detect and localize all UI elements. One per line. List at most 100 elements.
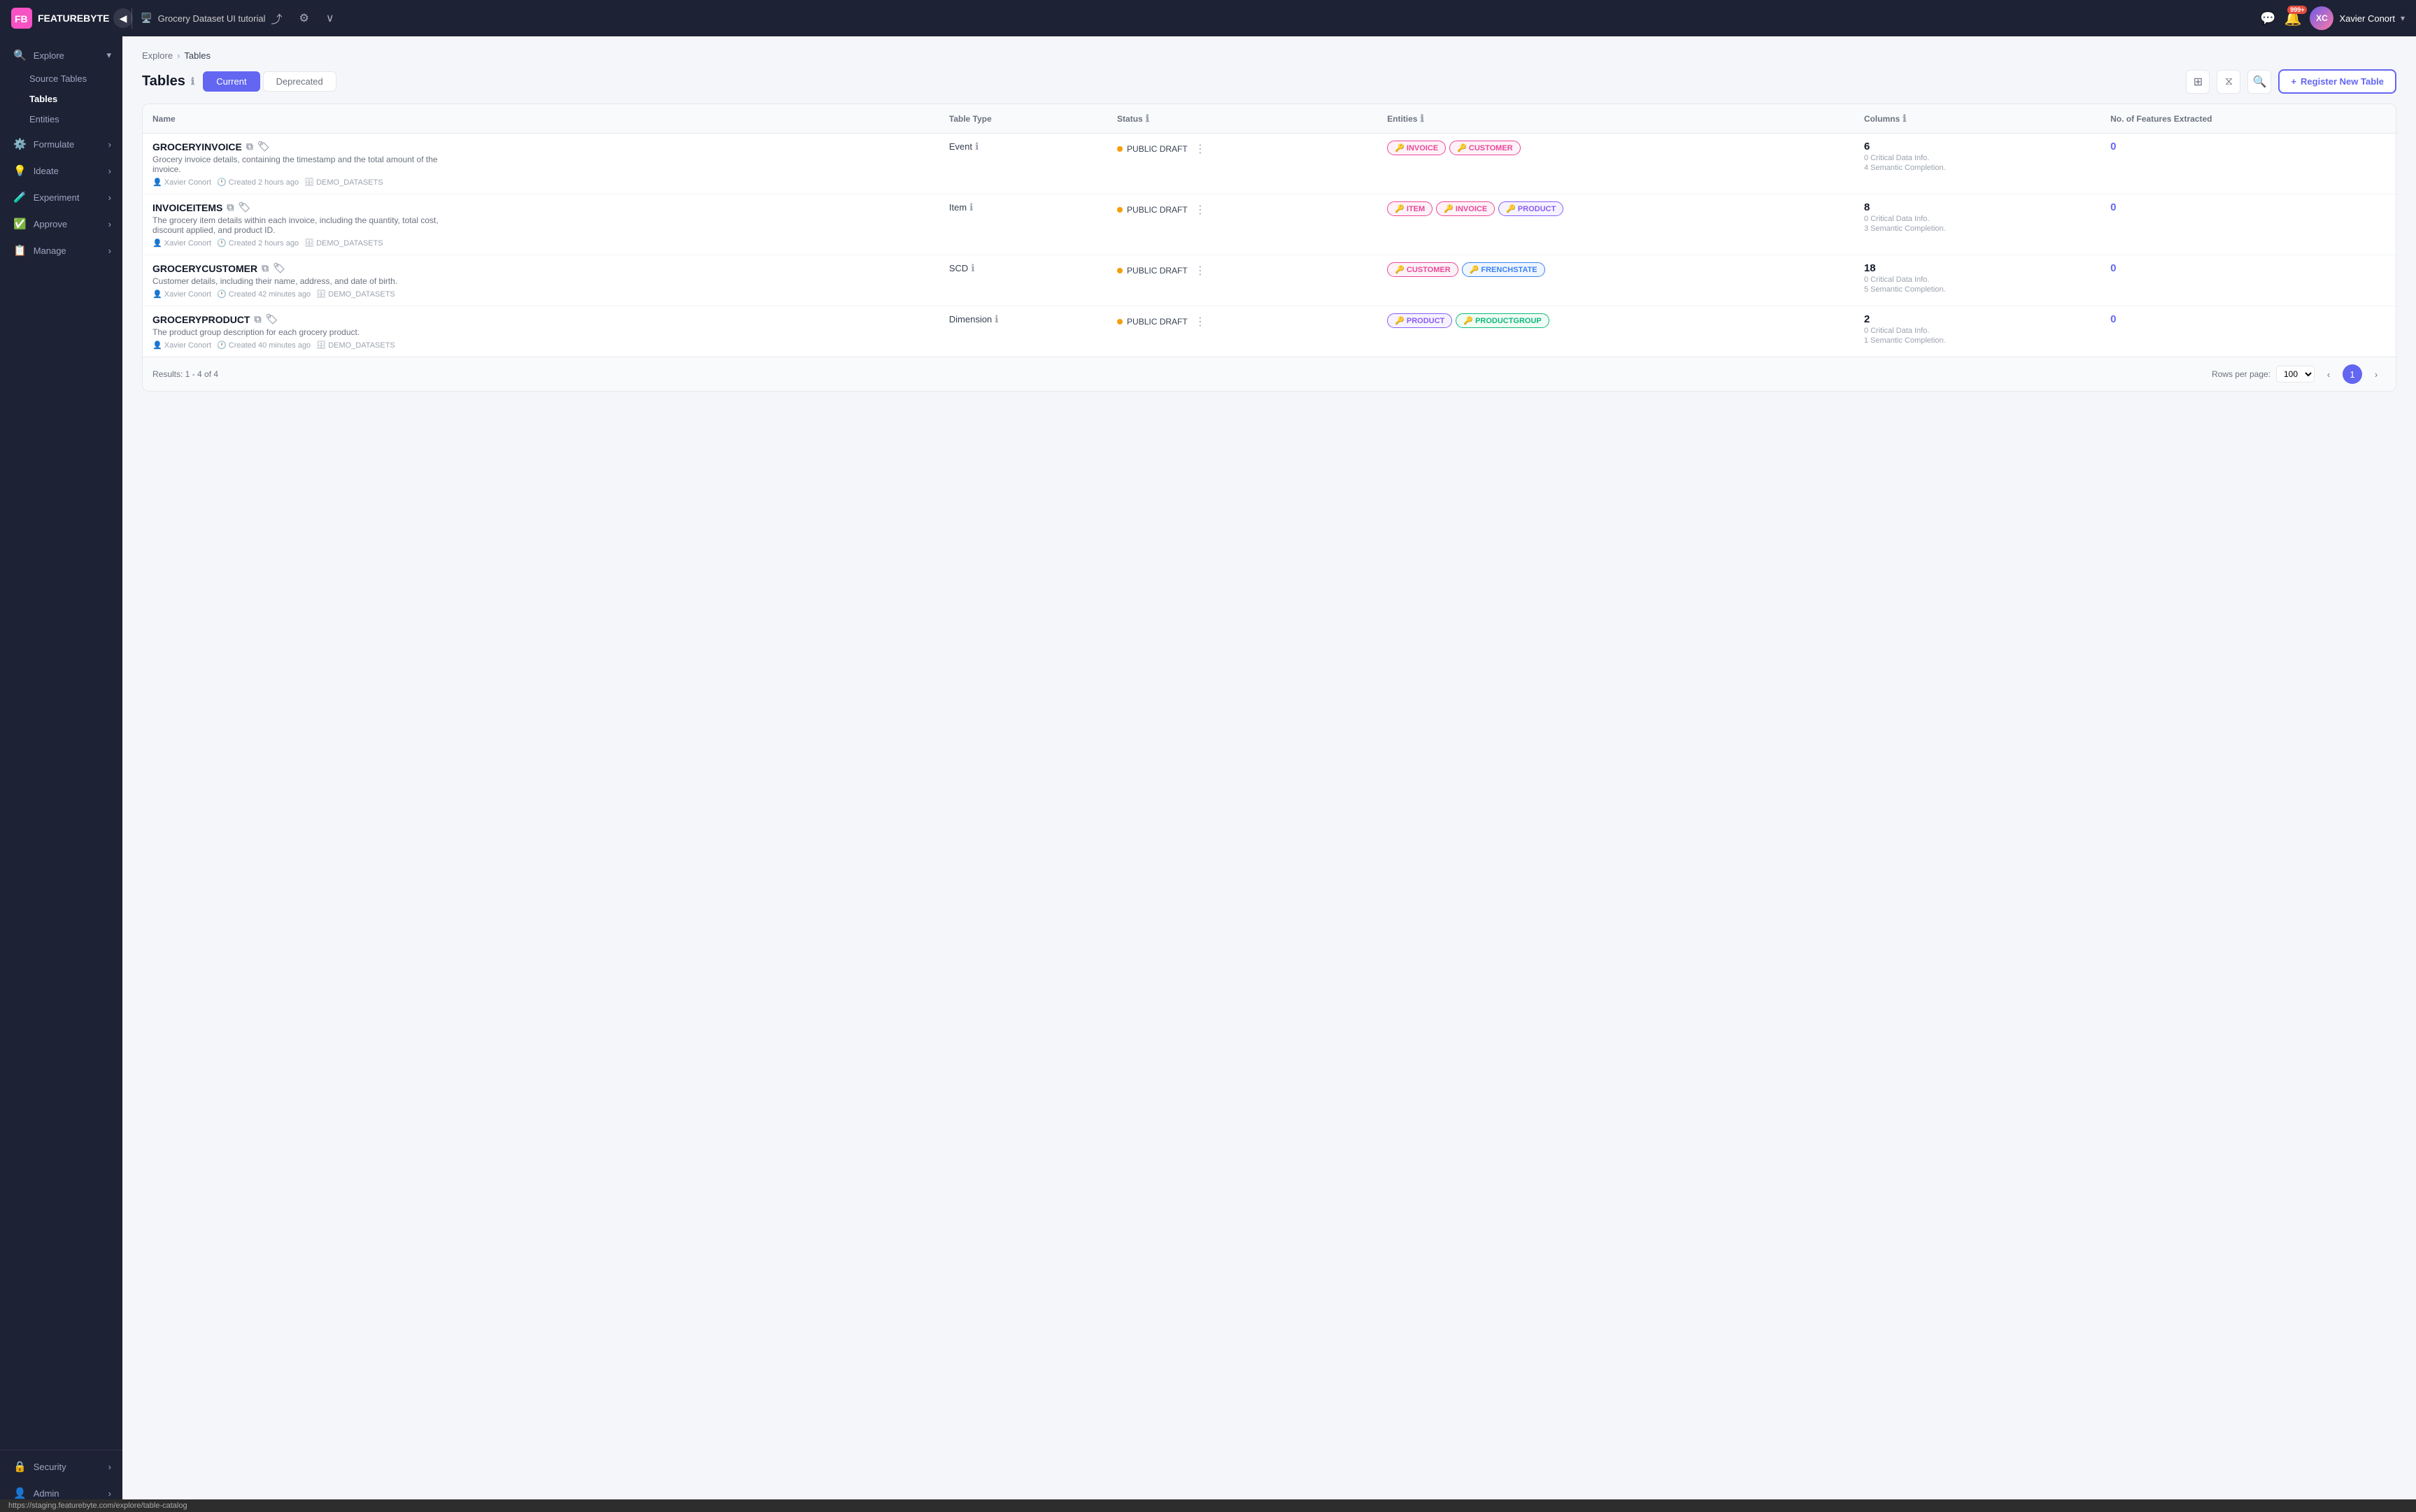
feature-count[interactable]: 0 [2110,262,2116,274]
formulate-label: Formulate [34,139,75,150]
database-meta: 🗄 DEMO_DATASETS [304,178,383,187]
tag-icon[interactable]: 🏷 [238,201,250,213]
more-button[interactable]: ∨ [320,8,340,28]
tag-icon[interactable]: 🏷 [257,141,270,152]
table-meta: 👤 Xavier Conort 🕐 Created 40 minutes ago… [152,341,930,350]
sidebar-item-source-tables[interactable]: Source Tables [0,69,122,89]
table-type-cell: Event ℹ [939,134,1107,194]
status-bar: https://staging.featurebyte.com/explore/… [0,1499,2416,1512]
sidebar-item-formulate[interactable]: ⚙️ Formulate › [0,131,122,157]
chat-button[interactable]: 💬 [2260,11,2275,26]
copy-icon[interactable]: ⧉ [255,313,262,325]
entity-tag[interactable]: 🔑 FRENCHSTATE [1462,262,1545,277]
columns-count: 6 [1864,141,2091,152]
feature-count[interactable]: 0 [2110,201,2116,213]
columns-help-icon: ℹ [1903,113,1906,124]
status-badge: PUBLIC DRAFT ⋮ [1117,141,1367,157]
register-table-button[interactable]: + Register New Table [2278,69,2396,94]
type-help-icon: ℹ [995,313,998,325]
created-meta: 🕐 Created 40 minutes ago [217,341,311,350]
approve-icon: ✅ [13,217,27,230]
top-bar-right: 💬 🔔 999+ XC Xavier Conort ▾ [2260,6,2405,30]
status-more-button[interactable]: ⋮ [1192,201,1209,218]
created-meta: 🕐 Created 2 hours ago [217,238,299,248]
prev-page-button[interactable]: ‹ [2319,364,2338,384]
share-button[interactable]: ⤴ [266,7,288,29]
entity-tag[interactable]: 🔑 ITEM [1387,201,1433,216]
status-badge: PUBLIC DRAFT ⋮ [1117,201,1367,218]
table-name[interactable]: GROCERYINVOICE ⧉ 🏷 [152,141,930,152]
sidebar-bottom: 🔒 Security › 👤 Admin › [0,1450,122,1506]
sidebar-item-entities[interactable]: Entities [0,109,122,129]
admin-label: Admin [34,1488,59,1499]
entity-tag[interactable]: 🔑 INVOICE [1436,201,1495,216]
status-more-button[interactable]: ⋮ [1192,313,1209,330]
feature-count[interactable]: 0 [2110,313,2116,325]
entity-tag[interactable]: 🔑 PRODUCTGROUP [1456,313,1549,328]
tables-table: Name Table Type [143,104,2396,357]
tab-current[interactable]: Current [203,71,260,92]
table-meta: 👤 Xavier Conort 🕐 Created 2 hours ago 🗄 … [152,238,930,248]
sidebar-sub-explore: Source Tables Tables Entities [0,69,122,129]
entity-tag[interactable]: 🔑 CUSTOMER [1387,262,1458,277]
entities-cell: 🔑 INVOICE🔑 CUSTOMER [1377,134,1854,194]
settings-button[interactable]: ⚙ [294,8,315,28]
copy-icon[interactable]: ⧉ [262,262,269,274]
sidebar-item-tables[interactable]: Tables [0,89,122,109]
type-badge: Event ℹ [949,141,1097,152]
pagination: Rows per page: 100 50 25 ‹ 1 › [2212,364,2386,384]
filter-button[interactable]: ⧖ [2217,70,2240,94]
table-name[interactable]: GROCERYPRODUCT ⧉ 🏷 [152,313,930,325]
explore-icon: 🔍 [13,49,27,62]
sidebar-item-security[interactable]: 🔒 Security › [0,1453,122,1480]
breadcrumb-explore-link[interactable]: Explore [142,50,173,61]
help-icon[interactable]: ℹ [191,76,194,87]
entity-tags: 🔑 INVOICE🔑 CUSTOMER [1387,141,1845,155]
type-help-icon: ℹ [971,262,974,274]
columns-count: 18 [1864,262,2091,274]
feature-count[interactable]: 0 [2110,141,2116,152]
columns-count: 8 [1864,201,2091,213]
admin-icon: 👤 [13,1487,27,1499]
user-avatar: XC [2310,6,2333,30]
status-more-button[interactable]: ⋮ [1192,141,1209,157]
table-name-cell: GROCERYPRODUCT ⧉ 🏷 The product group des… [143,306,939,357]
notification-button[interactable]: 🔔 999+ [2284,10,2302,27]
project-title: Grocery Dataset UI tutorial [158,13,266,24]
sidebar: ◀ 🔍 Explore ▾ Source Tables [0,36,122,1512]
copy-icon[interactable]: ⧉ [227,201,234,213]
source-tables-label: Source Tables [29,73,87,84]
entity-tag[interactable]: 🔑 CUSTOMER [1449,141,1521,155]
grid-view-button[interactable]: ⊞ [2186,70,2210,94]
table-type-cell: Dimension ℹ [939,306,1107,357]
user-menu-button[interactable]: XC Xavier Conort ▾ [2310,6,2405,30]
sidebar-item-manage[interactable]: 📋 Manage › [0,237,122,264]
manage-chevron-icon: › [108,245,111,256]
entity-tag[interactable]: 🔑 PRODUCT [1498,201,1563,216]
experiment-icon: 🧪 [13,191,27,204]
status-more-button[interactable]: ⋮ [1192,262,1209,279]
entity-tag[interactable]: 🔑 PRODUCT [1387,313,1452,328]
sidebar-item-experiment[interactable]: 🧪 Experiment › [0,184,122,211]
tab-deprecated[interactable]: Deprecated [263,71,336,92]
tables-container: Name Table Type [142,104,2396,392]
status-dot [1117,268,1123,273]
tables-label: Tables [29,94,57,104]
tag-icon[interactable]: 🏷 [273,262,285,274]
tag-icon[interactable]: 🏷 [266,313,278,325]
table-header-row: Name Table Type [143,104,2396,134]
next-page-button[interactable]: › [2366,364,2386,384]
database-meta: 🗄 DEMO_DATASETS [316,290,395,299]
entity-tag[interactable]: 🔑 INVOICE [1387,141,1446,155]
table-name[interactable]: GROCERYCUSTOMER ⧉ 🏷 [152,262,930,274]
sidebar-item-ideate[interactable]: 💡 Ideate › [0,157,122,184]
th-status: Status ℹ [1107,104,1377,134]
copy-icon[interactable]: ⧉ [246,141,253,152]
creator-meta: 👤 Xavier Conort [152,341,211,350]
page-1-button[interactable]: 1 [2343,364,2362,384]
rows-per-page-select[interactable]: 100 50 25 [2276,366,2315,383]
search-button[interactable]: 🔍 [2247,70,2271,94]
table-name[interactable]: INVOICEITEMS ⧉ 🏷 [152,201,930,213]
sidebar-item-explore[interactable]: 🔍 Explore ▾ [0,42,122,69]
sidebar-item-approve[interactable]: ✅ Approve › [0,211,122,237]
